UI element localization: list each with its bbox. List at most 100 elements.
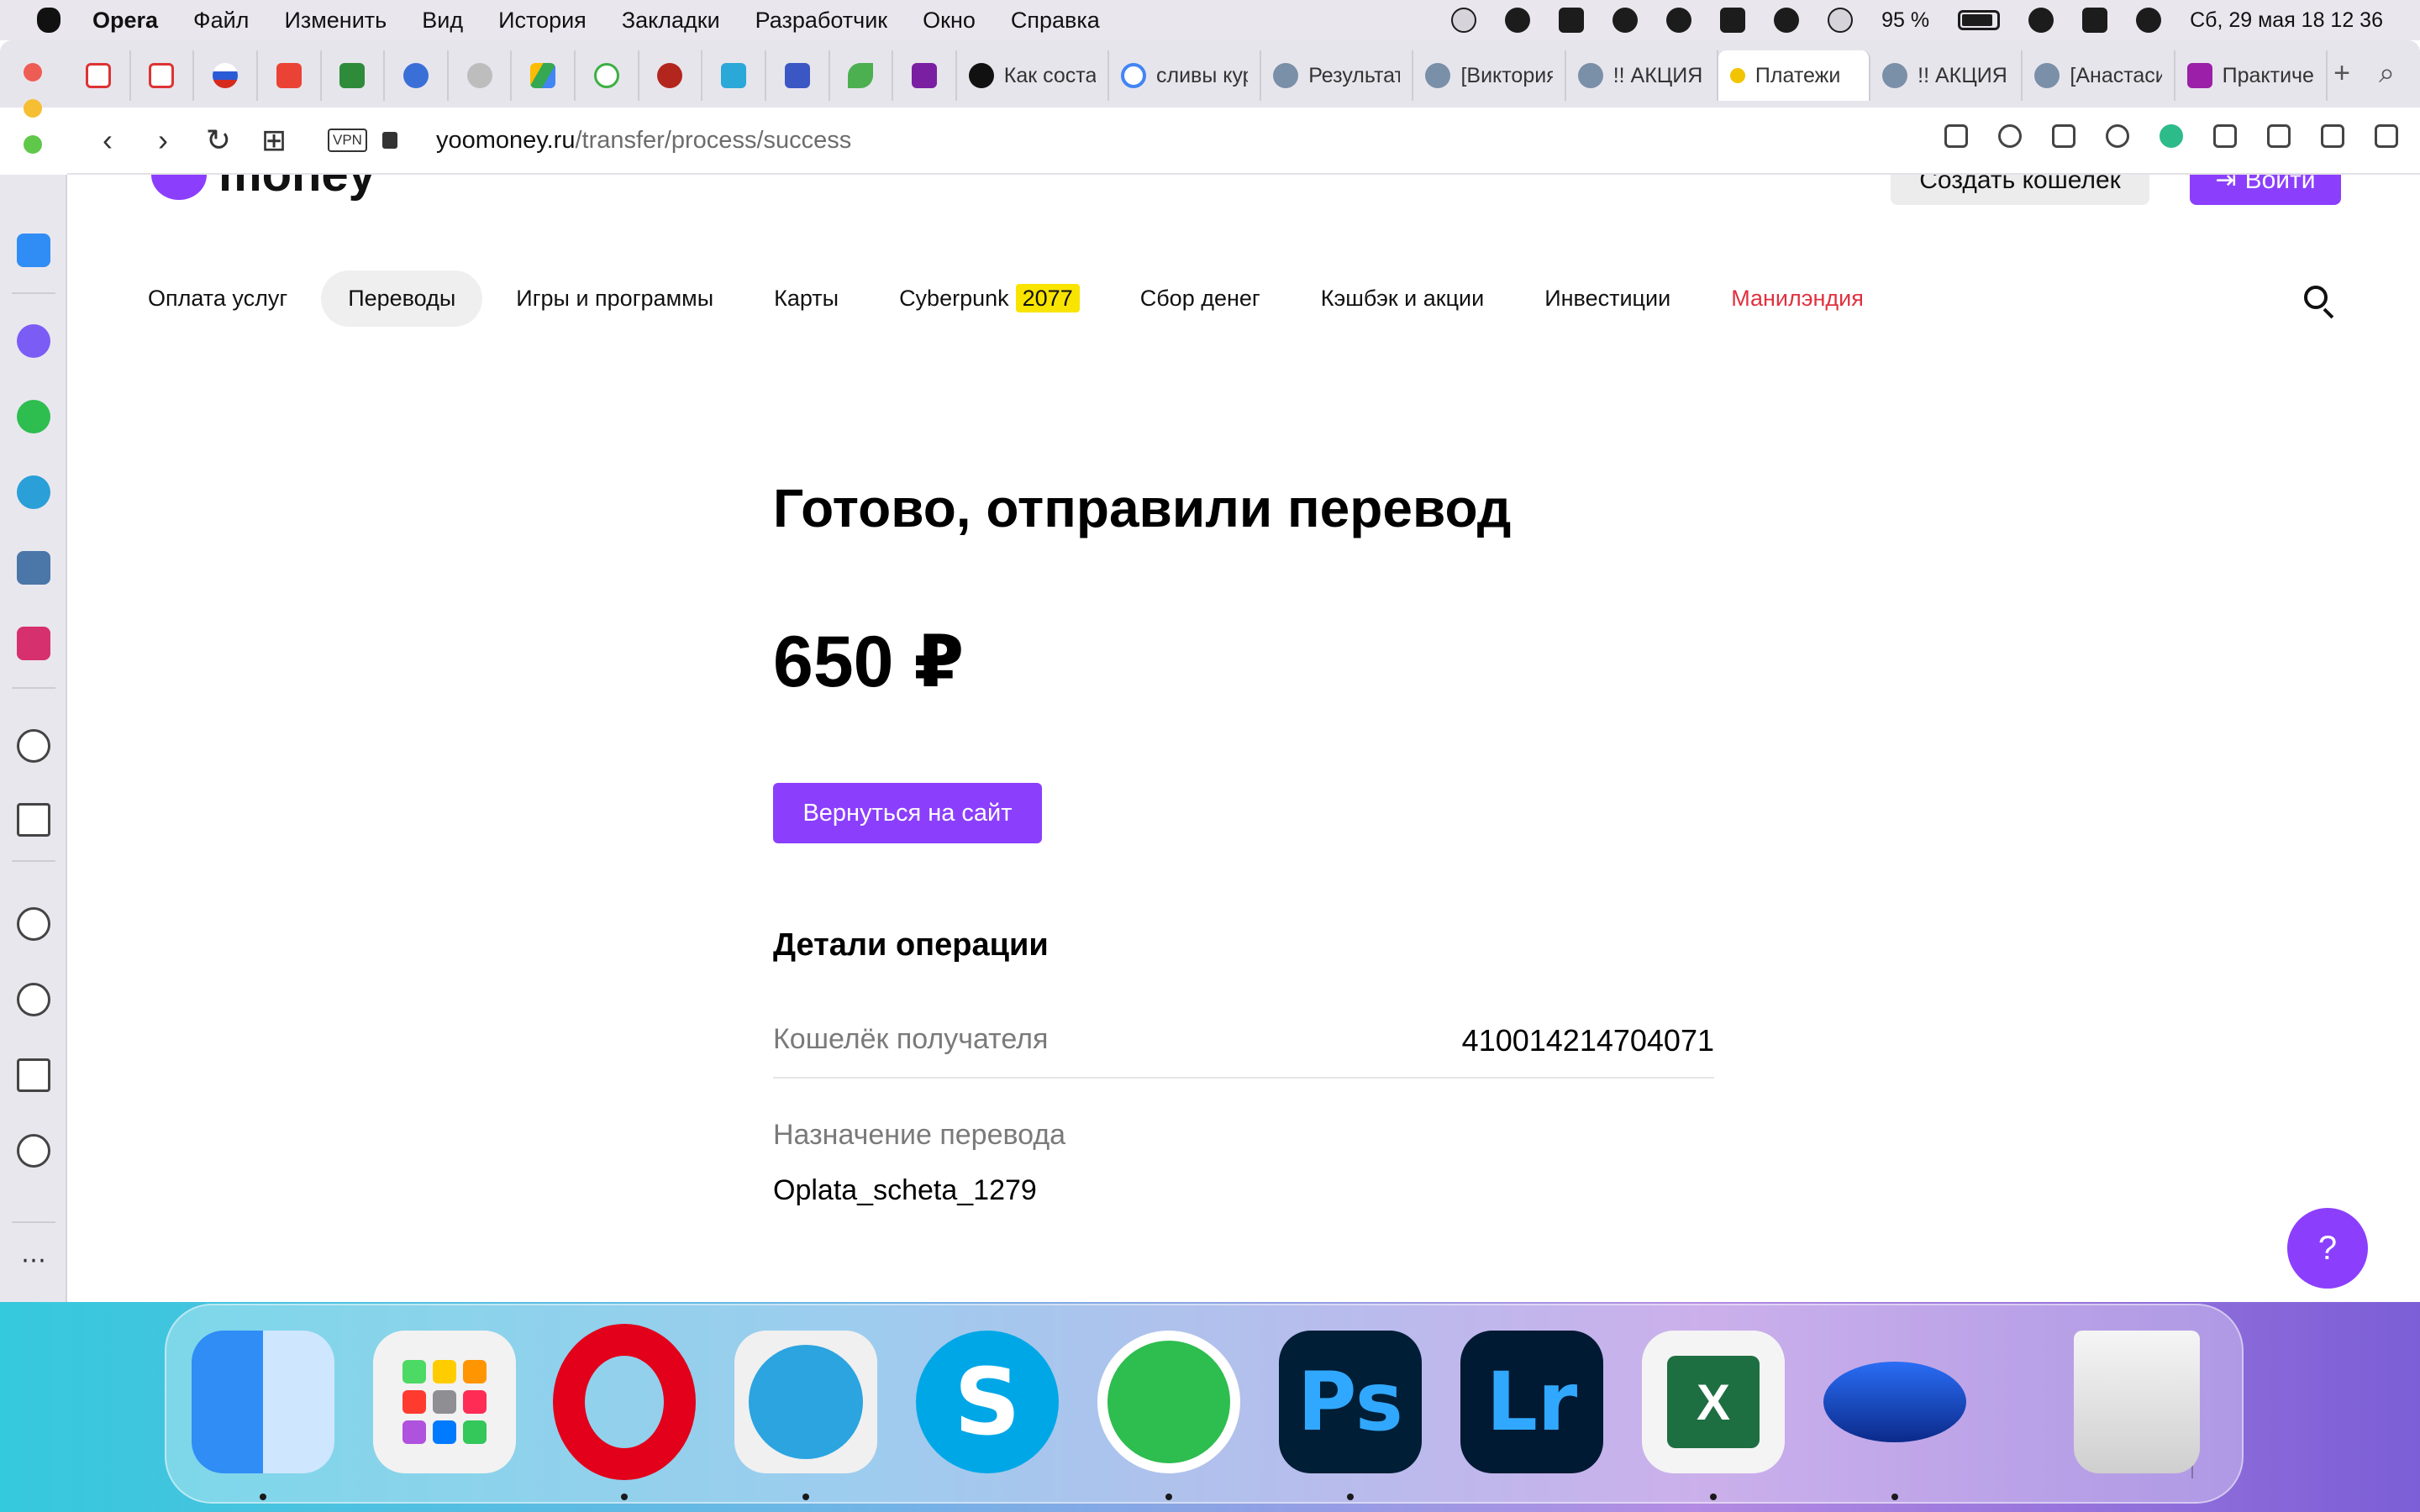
menu-developer[interactable]: Разработчик <box>755 8 887 34</box>
nav-cards[interactable]: Карты <box>747 270 865 327</box>
login-button[interactable]: ⇥ Войти <box>2190 175 2341 205</box>
tab-2[interactable]: сливы кур <box>1109 50 1262 101</box>
tab-pinned-14[interactable] <box>893 50 957 101</box>
launchpad-icon[interactable] <box>373 1331 516 1473</box>
cube-icon[interactable] <box>2213 124 2237 148</box>
battery-saver-icon[interactable] <box>2321 124 2344 148</box>
tab-pinned-11[interactable] <box>702 50 766 101</box>
history-icon[interactable] <box>17 983 50 1016</box>
lightroom-icon[interactable]: Lr <box>1460 1331 1603 1473</box>
trash-icon[interactable] <box>2074 1331 2200 1473</box>
photoshop-icon[interactable]: Ps <box>1279 1331 1422 1473</box>
vk-icon[interactable] <box>17 551 50 585</box>
search-icon[interactable] <box>2304 286 2334 319</box>
yandex-disk-app-icon[interactable] <box>1823 1331 1966 1473</box>
player-icon[interactable] <box>17 729 50 763</box>
workspace-icon[interactable] <box>17 234 50 267</box>
tab-pinned-4[interactable] <box>258 50 322 101</box>
nav-transfers[interactable]: Переводы <box>321 270 483 327</box>
wifi-icon[interactable] <box>2028 8 2054 33</box>
adblock-icon[interactable] <box>1998 124 2022 148</box>
battery-icon[interactable] <box>1958 10 2001 30</box>
bookmarks-heart-icon[interactable] <box>17 907 50 941</box>
settings-gear-icon[interactable] <box>17 1134 50 1168</box>
tab-pinned-12[interactable] <box>766 50 830 101</box>
tab-1[interactable]: Как соста <box>957 50 1109 101</box>
telegram-status-icon[interactable] <box>1451 8 1477 33</box>
reload-icon[interactable]: ↻ <box>203 123 234 158</box>
url-field[interactable]: yoomoney.ru/transfer/process/success <box>436 127 851 155</box>
keyboard-layout-icon[interactable] <box>1720 8 1746 33</box>
vpn-badge[interactable]: VPN <box>328 129 367 152</box>
tab-4[interactable]: [Виктория <box>1413 50 1566 101</box>
zoom-window-button[interactable] <box>24 135 42 154</box>
help-button[interactable]: ? <box>2287 1208 2368 1289</box>
tab-9[interactable]: Практиче <box>2175 50 2328 101</box>
nav-investments[interactable]: Инвестиции <box>1518 270 1697 327</box>
extensions-icon[interactable] <box>17 1058 50 1092</box>
cloud-icon[interactable] <box>1612 8 1639 33</box>
tab-pinned-2[interactable] <box>131 50 195 101</box>
tab-search-icon[interactable]: ⌕ <box>2379 57 2395 90</box>
instagram-icon[interactable] <box>17 627 50 660</box>
new-tab-icon[interactable]: + <box>2333 57 2350 90</box>
tab-pinned-8[interactable] <box>512 50 576 101</box>
forward-icon[interactable]: › <box>148 123 178 158</box>
tab-8[interactable]: [Анастаси <box>2023 50 2175 101</box>
opera-icon[interactable] <box>553 1324 696 1480</box>
whatsapp-icon[interactable] <box>17 400 50 433</box>
yoomoney-logo[interactable]: money <box>151 175 376 202</box>
creative-cloud-icon[interactable] <box>1505 8 1531 33</box>
menu-file[interactable]: Файл <box>193 8 249 34</box>
nav-fundraising[interactable]: Сбор денег <box>1113 270 1287 327</box>
tab-pinned-6[interactable] <box>385 50 449 101</box>
send-icon[interactable] <box>2052 124 2075 148</box>
bluetooth-icon[interactable] <box>1828 8 1854 33</box>
menu-window[interactable]: Окно <box>923 8 976 34</box>
apple-icon[interactable] <box>37 8 60 33</box>
menu-help[interactable]: Справка <box>1011 8 1100 34</box>
tab-pinned-3[interactable] <box>194 50 258 101</box>
settings-sliders-icon[interactable] <box>2375 124 2398 148</box>
flow-icon[interactable] <box>17 803 50 837</box>
whatsapp-app-icon[interactable] <box>1097 1331 1240 1473</box>
menu-edit[interactable]: Изменить <box>284 8 387 34</box>
menu-bookmarks[interactable]: Закладки <box>622 8 720 34</box>
skype-icon[interactable]: S <box>916 1331 1059 1473</box>
tab-pinned-1[interactable] <box>67 50 131 101</box>
nav-cyberpunk[interactable]: Cyberpunk 2077 <box>872 270 1107 327</box>
tab-pinned-13[interactable] <box>830 50 894 101</box>
nav-manilandia[interactable]: Манилэндия <box>1704 270 1891 327</box>
close-window-button[interactable] <box>24 63 42 81</box>
tab-7[interactable]: !! АКЦИЯ <box>1870 50 2023 101</box>
download-icon[interactable] <box>2267 124 2291 148</box>
control-center-icon[interactable] <box>2082 8 2108 33</box>
tab-5[interactable]: !! АКЦИЯ <box>1566 50 1718 101</box>
tab-pinned-7[interactable] <box>449 50 513 101</box>
siri-icon[interactable] <box>2136 8 2162 33</box>
nav-services[interactable]: Оплата услуг <box>148 270 314 327</box>
messenger-icon[interactable] <box>17 324 50 358</box>
tab-pinned-5[interactable] <box>322 50 386 101</box>
sidecar-icon[interactable] <box>1559 8 1585 33</box>
telegram-icon[interactable] <box>17 475 50 509</box>
moon-icon[interactable] <box>1774 8 1800 33</box>
tab-3[interactable]: Результат <box>1261 50 1414 101</box>
minimize-window-button[interactable] <box>24 99 42 118</box>
menu-view[interactable]: Вид <box>422 8 463 34</box>
heart-icon[interactable] <box>2106 124 2129 148</box>
create-wallet-button[interactable]: Создать кошелек <box>1891 175 2149 205</box>
clock[interactable]: Сб, 29 мая 18 12 36 <box>2190 8 2383 33</box>
nav-games[interactable]: Игры и программы <box>489 270 740 327</box>
menu-app-name[interactable]: Opera <box>92 8 158 34</box>
telegram-app-icon[interactable] <box>734 1331 877 1473</box>
yandex-disk-icon[interactable] <box>1666 8 1692 33</box>
camera-icon[interactable] <box>1944 124 1968 148</box>
tab-pinned-9[interactable] <box>576 50 639 101</box>
extension-a-icon[interactable] <box>2160 124 2183 148</box>
excel-icon[interactable]: X <box>1642 1331 1785 1473</box>
grid-icon[interactable]: ⊞ <box>259 123 289 158</box>
menu-history[interactable]: История <box>498 8 587 34</box>
back-icon[interactable]: ‹ <box>92 123 123 158</box>
tab-pinned-10[interactable] <box>639 50 703 101</box>
